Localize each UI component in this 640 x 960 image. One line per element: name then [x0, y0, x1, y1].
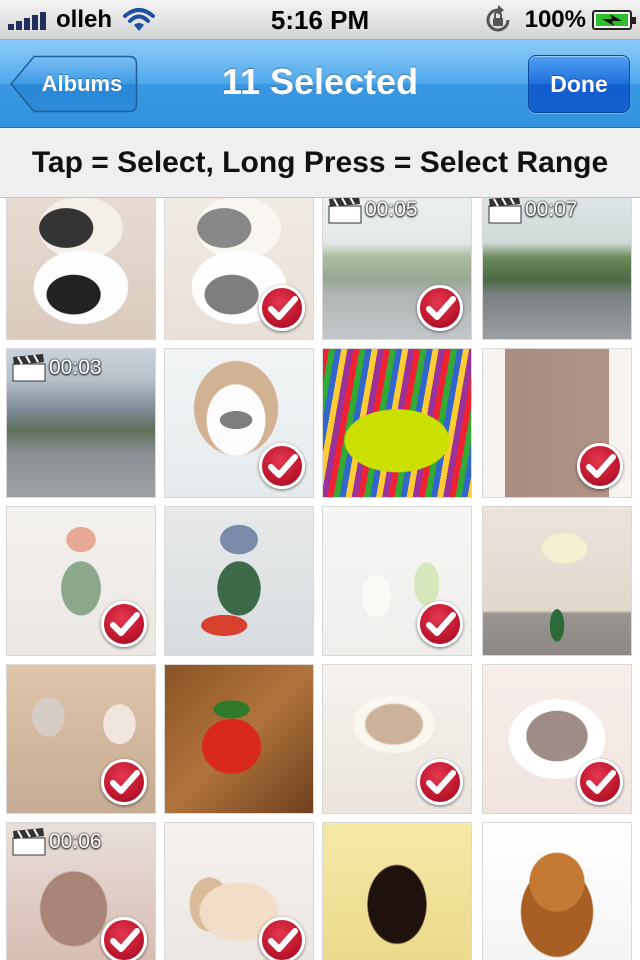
selection-hint-banner: Tap = Select, Long Press = Select Range: [0, 128, 640, 198]
photo-thumbnail-bulldog-puppies[interactable]: [164, 198, 314, 340]
video-duration: 00:07: [525, 198, 578, 221]
selected-checkmark-icon: [259, 917, 305, 960]
selected-checkmark-icon: [577, 759, 623, 805]
selected-checkmark-icon: [101, 759, 147, 805]
photo-thumbnail-tomato[interactable]: [164, 664, 314, 814]
photo-thumbnail-rabbit-drummer-toy[interactable]: [6, 506, 156, 656]
selected-checkmark-icon: [101, 917, 147, 960]
photo-thumbnail-bird-figurines[interactable]: [322, 506, 472, 656]
selected-checkmark-icon: [101, 601, 147, 647]
video-indicator: 00:03: [11, 353, 102, 383]
photo-thumbnail-cocker-spaniel[interactable]: [482, 822, 632, 960]
navigation-bar: Albums 11 Selected Done: [0, 40, 640, 128]
photo-image: [483, 507, 631, 655]
selected-checkmark-icon: [577, 443, 623, 489]
selected-checkmark-icon: [259, 443, 305, 489]
photo-image: [323, 823, 471, 960]
photo-thumbnail-miniature-pinscher[interactable]: [322, 822, 472, 960]
video-duration: 00:05: [365, 198, 418, 221]
selected-checkmark-icon: [417, 285, 463, 331]
page-title: 11 Selected: [221, 61, 419, 102]
photo-thumbnail-rainy-street-trees[interactable]: 00:05: [322, 198, 472, 340]
video-indicator: 00:07: [487, 198, 578, 225]
video-camera-icon: [328, 198, 362, 224]
video-indicator: 00:05: [327, 198, 418, 225]
photo-image: [165, 507, 313, 655]
albums-back-label: Albums: [41, 71, 123, 96]
selected-checkmark-icon: [417, 759, 463, 805]
photo-thumbnail-teddy-bears[interactable]: [6, 664, 156, 814]
video-duration: 00:06: [49, 830, 102, 853]
photo-grid[interactable]: 00:05 00:07 00:03 00:06: [0, 198, 640, 960]
photo-thumbnail-sleeping-puppy[interactable]: [164, 822, 314, 960]
photo-thumbnail-daffodils-vase[interactable]: [482, 506, 632, 656]
photo-thumbnail-beagle-puppy[interactable]: [164, 348, 314, 498]
albums-back-button[interactable]: Albums: [10, 55, 138, 113]
photo-thumbnail-rainy-street-trees[interactable]: 00:07: [482, 198, 632, 340]
photo-thumbnail-colored-pencils-bucket[interactable]: [322, 348, 472, 498]
battery-percent: 100%: [524, 6, 586, 33]
rotation-lock-icon: [486, 5, 510, 32]
video-camera-icon: [12, 828, 46, 856]
video-camera-icon: [488, 198, 522, 224]
selected-checkmark-icon: [417, 601, 463, 647]
photo-image: [323, 349, 471, 497]
photo-thumbnail-bulldog-puppies[interactable]: [6, 198, 156, 340]
status-bar: olleh 5:16 PM 100%: [0, 0, 640, 40]
photo-thumbnail-iced-coffee-glass[interactable]: [482, 348, 632, 498]
photo-thumbnail-brown-dog[interactable]: 00:06: [6, 822, 156, 960]
battery-charging-icon: [592, 10, 636, 30]
photo-image: [165, 665, 313, 813]
photo-image: [7, 198, 155, 339]
video-indicator: 00:06: [11, 827, 102, 857]
video-camera-icon: [12, 354, 46, 382]
photo-image: [483, 823, 631, 960]
selected-checkmark-icon: [259, 285, 305, 331]
photo-thumbnail-coffee-cup[interactable]: [322, 664, 472, 814]
video-duration: 00:03: [49, 356, 102, 379]
photo-thumbnail-elephant-drummer-toy[interactable]: [164, 506, 314, 656]
photo-thumbnail-rainy-city-street[interactable]: 00:03: [6, 348, 156, 498]
photo-thumbnail-chocolate-cake[interactable]: [482, 664, 632, 814]
status-right: 100%: [483, 5, 636, 35]
done-button[interactable]: Done: [528, 55, 630, 113]
